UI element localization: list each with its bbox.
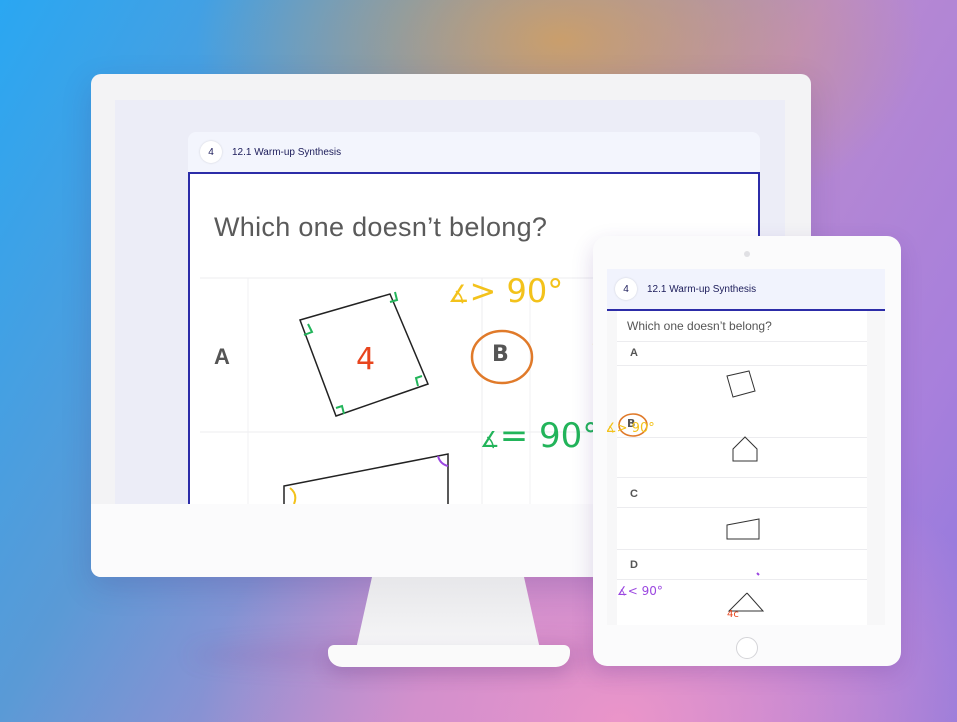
side-length-annotation: 4: [356, 342, 376, 377]
tablet-slide-title: 12.1 Warm-up Synthesis: [647, 283, 757, 295]
angle-mark: [437, 455, 449, 467]
right-angle-mark: [335, 404, 345, 415]
right-angle-mark: [414, 375, 423, 387]
row-label-a: A: [214, 344, 230, 369]
angle-greater-annotation: ∡> 90°: [448, 272, 564, 310]
slide-title: 12.1 Warm-up Synthesis: [232, 146, 342, 158]
tablet-slide-header: 4 12.1 Warm-up Synthesis: [607, 269, 885, 311]
tablet-side-annotation: 4c: [727, 609, 739, 620]
tablet-canvas: [618, 370, 765, 612]
tablet-pentagon-shape: [732, 436, 758, 462]
circled-b-label: B: [492, 342, 509, 367]
monitor-stand: [356, 577, 540, 649]
tablet-slide-content: Which one doesn’t belong? A C D B 4c: [617, 311, 867, 625]
angle-equal-annotation: ∡= 90°: [480, 416, 600, 456]
tablet-slide-number-badge[interactable]: 4: [615, 278, 637, 300]
tablet-screen: 4 12.1 Warm-up Synthesis Which one doesn…: [607, 269, 885, 625]
tablet-square-shape: [726, 370, 756, 398]
monitor-base: [328, 645, 570, 667]
tablet-device: 4 12.1 Warm-up Synthesis Which one doesn…: [593, 236, 901, 666]
tablet-angle-less-annotation: ∡< 90°: [617, 584, 663, 598]
slide-header: 4 12.1 Warm-up Synthesis: [188, 132, 760, 172]
tablet-trapezoid-shape: [726, 518, 760, 540]
angle-mark: [289, 487, 297, 504]
angle-mark: [756, 572, 760, 576]
camera-dot: [744, 251, 750, 257]
home-button[interactable]: [736, 637, 758, 659]
tablet-angle-greater-annotation: ∡> 90°: [607, 421, 655, 436]
trapezoid-shape: [283, 453, 449, 504]
slide-number-badge[interactable]: 4: [200, 141, 222, 163]
